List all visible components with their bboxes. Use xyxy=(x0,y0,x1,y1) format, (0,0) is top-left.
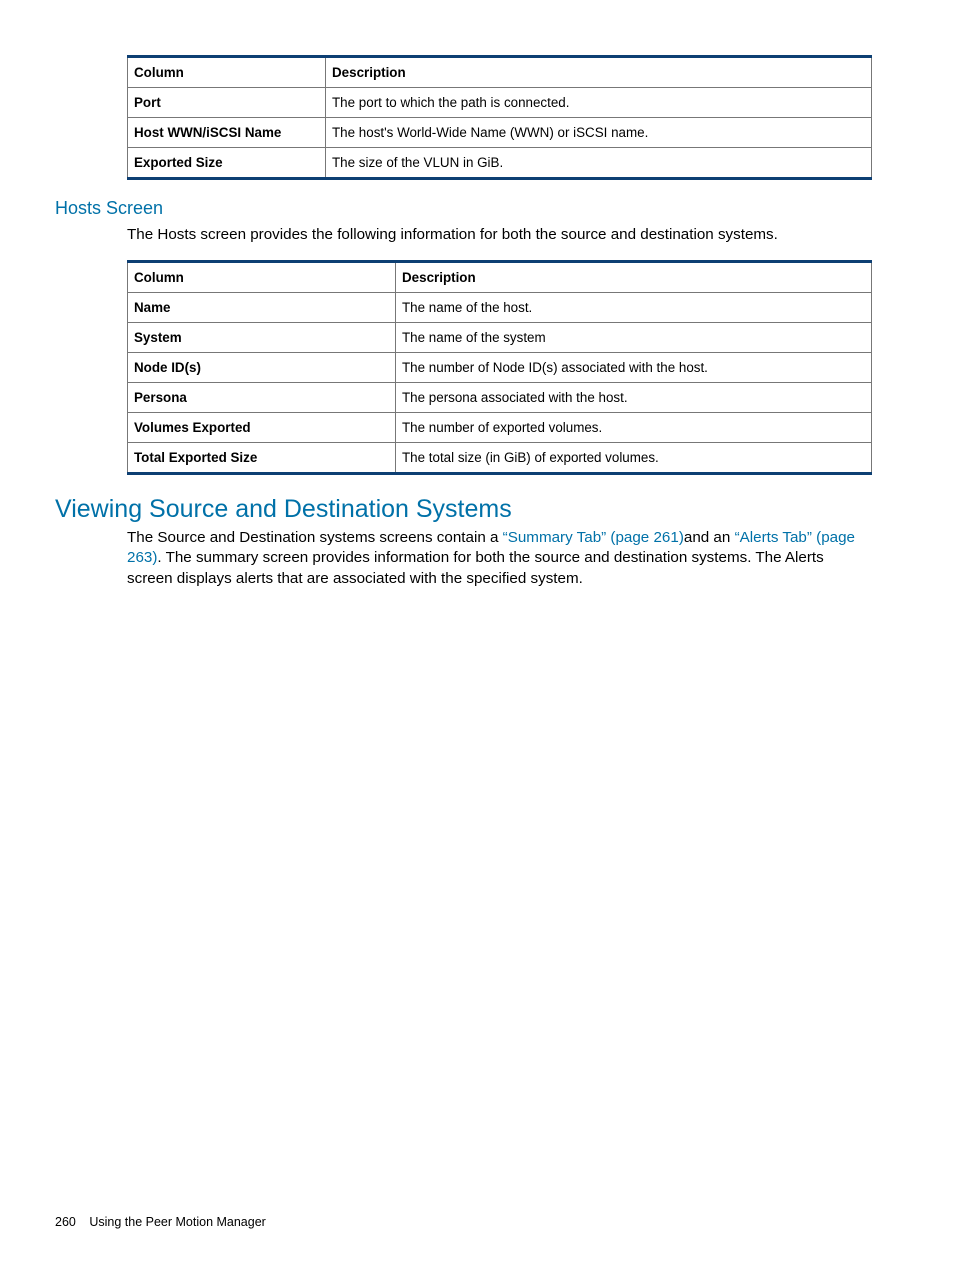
table-row: Host WWN/iSCSI Name The host's World-Wid… xyxy=(128,118,872,148)
table-cell-desc: The port to which the path is connected. xyxy=(326,88,872,118)
table-row: Persona The persona associated with the … xyxy=(128,382,872,412)
table-cell-desc: The number of exported volumes. xyxy=(396,412,872,442)
table-cell-desc: The name of the system xyxy=(396,322,872,352)
table-header: Description xyxy=(326,57,872,88)
table-cell-desc: The name of the host. xyxy=(396,292,872,322)
table-cell-desc: The number of Node ID(s) associated with… xyxy=(396,352,872,382)
table-cell-desc: The total size (in GiB) of exported volu… xyxy=(396,442,872,473)
table-cell-label: System xyxy=(128,322,396,352)
page-footer: 260 Using the Peer Motion Manager xyxy=(55,1215,266,1229)
table-header: Description xyxy=(396,261,872,292)
hosts-screen-intro: The Hosts screen provides the following … xyxy=(127,225,872,246)
viewing-systems-heading: Viewing Source and Destination Systems xyxy=(55,495,872,524)
table-cell-label: Volumes Exported xyxy=(128,412,396,442)
table-cell-label: Persona xyxy=(128,382,396,412)
table-cell-label: Total Exported Size xyxy=(128,442,396,473)
table-header: Column xyxy=(128,261,396,292)
table-cell-desc: The size of the VLUN in GiB. xyxy=(326,148,872,179)
table-cell-label: Exported Size xyxy=(128,148,326,179)
table-row: System The name of the system xyxy=(128,322,872,352)
table-row: Port The port to which the path is conne… xyxy=(128,88,872,118)
footer-section-title: Using the Peer Motion Manager xyxy=(89,1215,265,1229)
table-cell-desc: The persona associated with the host. xyxy=(396,382,872,412)
table-row: Node ID(s) The number of Node ID(s) asso… xyxy=(128,352,872,382)
table-row: Name The name of the host. xyxy=(128,292,872,322)
text-fragment: and an xyxy=(684,529,735,546)
table-row: Volumes Exported The number of exported … xyxy=(128,412,872,442)
table-row: Total Exported Size The total size (in G… xyxy=(128,442,872,473)
hosts-columns-table: Column Description Name The name of the … xyxy=(127,260,872,475)
hosts-screen-heading: Hosts Screen xyxy=(55,198,872,219)
summary-tab-link[interactable]: “Summary Tab” (page 261) xyxy=(503,529,684,546)
text-fragment: . The summary screen provides informatio… xyxy=(127,549,824,587)
table-header: Column xyxy=(128,57,326,88)
vlun-columns-table: Column Description Port The port to whic… xyxy=(127,55,872,180)
viewing-systems-paragraph: The Source and Destination systems scree… xyxy=(127,528,872,590)
table-cell-label: Node ID(s) xyxy=(128,352,396,382)
table-cell-label: Name xyxy=(128,292,396,322)
text-fragment: The Source and Destination systems scree… xyxy=(127,529,503,546)
table-cell-desc: The host's World-Wide Name (WWN) or iSCS… xyxy=(326,118,872,148)
table-cell-label: Port xyxy=(128,88,326,118)
table-cell-label: Host WWN/iSCSI Name xyxy=(128,118,326,148)
table-row: Exported Size The size of the VLUN in Gi… xyxy=(128,148,872,179)
page-number: 260 xyxy=(55,1215,76,1229)
